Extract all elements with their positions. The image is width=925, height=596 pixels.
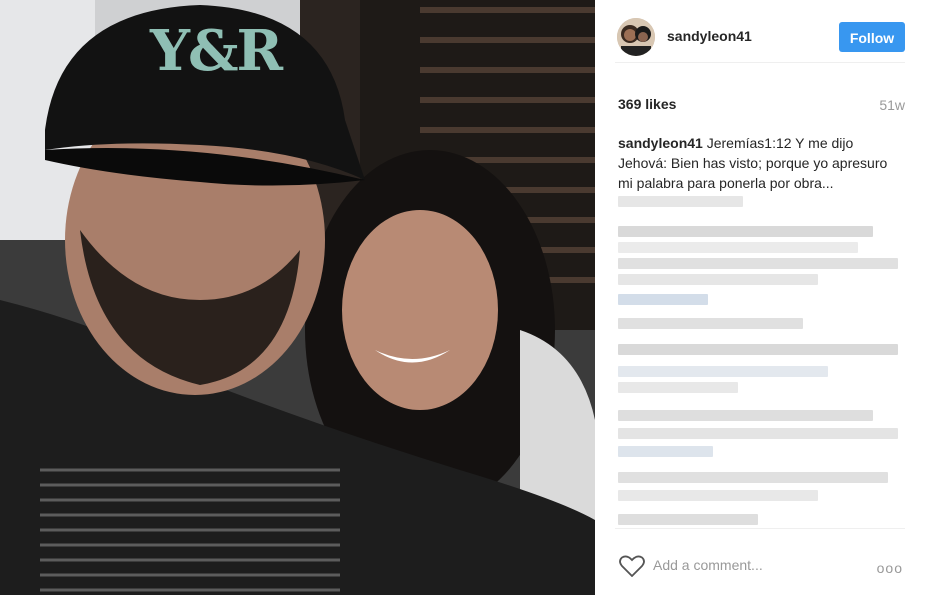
- add-comment-input[interactable]: Add a comment...: [653, 557, 763, 573]
- heart-icon[interactable]: [619, 555, 645, 577]
- blurred-comment-line: [618, 446, 713, 457]
- post-caption: sandyleon41 Jeremías1:12 Y me dijo Jehov…: [618, 133, 903, 193]
- post-header: sandyleon41 Follow: [615, 14, 905, 63]
- post-details-panel: sandyleon41 Follow 369 likes 51w sandyle…: [595, 0, 925, 595]
- blurred-comment-line: [618, 382, 738, 393]
- likes-count[interactable]: 369 likes: [618, 96, 676, 112]
- cap-logo-text: Y&R: [150, 18, 283, 84]
- blurred-comment-line: [618, 514, 758, 525]
- follow-button[interactable]: Follow: [839, 22, 905, 52]
- blurred-comment-line: [618, 366, 828, 377]
- blurred-comment-line: [618, 196, 743, 207]
- photo-image: [0, 0, 595, 595]
- blurred-comment-line: [618, 258, 898, 269]
- caption-username[interactable]: sandyleon41: [618, 135, 703, 151]
- blurred-comment-line: [618, 490, 818, 501]
- avatar-image: [617, 18, 655, 56]
- post-age[interactable]: 51w: [879, 97, 905, 113]
- blurred-comment-line: [618, 344, 898, 355]
- comment-bar: Add a comment... ooo: [615, 528, 905, 596]
- blurred-comment-line: [618, 242, 858, 253]
- blurred-comment-line: [618, 294, 708, 305]
- blurred-comment-line: [618, 472, 888, 483]
- blurred-comment-line: [618, 318, 803, 329]
- blurred-comment-line: [618, 410, 873, 421]
- avatar[interactable]: [617, 18, 655, 56]
- blurred-comment-line: [618, 428, 898, 439]
- username-link[interactable]: sandyleon41: [667, 28, 752, 44]
- more-options-icon[interactable]: ooo: [877, 560, 903, 576]
- blurred-comment-line: [618, 226, 873, 237]
- post-photo[interactable]: Y&R: [0, 0, 595, 595]
- blurred-comment-line: [618, 274, 818, 285]
